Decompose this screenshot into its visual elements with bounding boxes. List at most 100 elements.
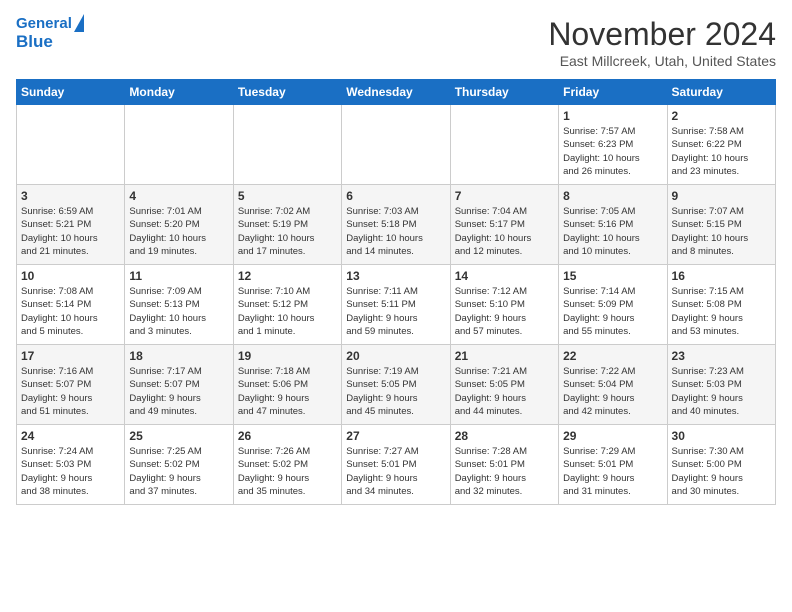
day-info: Sunrise: 7:21 AM Sunset: 5:05 PM Dayligh… — [455, 365, 554, 418]
day-number: 12 — [238, 269, 337, 283]
calendar-day-cell: 4Sunrise: 7:01 AM Sunset: 5:20 PM Daylig… — [125, 185, 233, 265]
calendar-day-cell: 1Sunrise: 7:57 AM Sunset: 6:23 PM Daylig… — [559, 105, 667, 185]
calendar-day-cell: 21 Sunrise: 7:21 AM Sunset: 5:05 PM Dayli… — [450, 345, 558, 425]
day-info: Sunrise: 6:59 AM Sunset: 5:21 PM Dayligh… — [21, 205, 120, 258]
calendar-day-cell: 6 Sunrise: 7:03 AM Sunset: 5:18 PM Daylig… — [342, 185, 450, 265]
page-header: General Blue November 2024 East Millcree… — [16, 16, 776, 69]
day-info: Sunrise: 7:04 AM Sunset: 5:17 PM Dayligh… — [455, 205, 554, 258]
calendar-week-row: 24 Sunrise: 7:24 AM Sunset: 5:03 PM Dayli… — [17, 425, 776, 505]
day-number: 19 — [238, 349, 337, 363]
day-info: Sunrise: 7:02 AM Sunset: 5:19 PM Dayligh… — [238, 205, 337, 258]
day-info: Sunrise: 7:14 AM Sunset: 5:09 PM Dayligh… — [563, 285, 662, 338]
day-number: 25 — [129, 429, 228, 443]
calendar-day-cell — [233, 105, 341, 185]
day-info: Sunrise: 7:09 AM Sunset: 5:13 PM Dayligh… — [129, 285, 228, 338]
day-info: Sunrise: 7:25 AM Sunset: 5:02 PM Dayligh… — [129, 445, 228, 498]
day-info: Sunrise: 7:03 AM Sunset: 5:18 PM Dayligh… — [346, 205, 445, 258]
day-info: Sunrise: 7:29 AM Sunset: 5:01 PM Dayligh… — [563, 445, 662, 498]
calendar-week-row: 3 Sunrise: 6:59 AM Sunset: 5:21 PM Daylig… — [17, 185, 776, 265]
day-info: Sunrise: 7:12 AM Sunset: 5:10 PM Dayligh… — [455, 285, 554, 338]
day-number: 6 — [346, 189, 445, 203]
day-number: 20 — [346, 349, 445, 363]
calendar-week-row: 17 Sunrise: 7:16 AM Sunset: 5:07 PM Dayli… — [17, 345, 776, 425]
day-number: 3 — [21, 189, 120, 203]
day-number: 22 — [563, 349, 662, 363]
day-number: 10 — [21, 269, 120, 283]
logo: General Blue — [16, 16, 84, 51]
calendar-day-cell: 30Sunrise: 7:30 AM Sunset: 5:00 PM Dayli… — [667, 425, 775, 505]
day-info: Sunrise: 7:05 AM Sunset: 5:16 PM Dayligh… — [563, 205, 662, 258]
calendar-day-cell: 14 Sunrise: 7:12 AM Sunset: 5:10 PM Dayli… — [450, 265, 558, 345]
day-info: Sunrise: 7:07 AM Sunset: 5:15 PM Dayligh… — [672, 205, 771, 258]
day-info: Sunrise: 7:17 AM Sunset: 5:07 PM Dayligh… — [129, 365, 228, 418]
calendar-week-row: 10 Sunrise: 7:08 AM Sunset: 5:14 PM Dayli… — [17, 265, 776, 345]
logo-text-general: General — [16, 16, 72, 33]
calendar-day-cell: 11 Sunrise: 7:09 AM Sunset: 5:13 PM Dayli… — [125, 265, 233, 345]
day-info: Sunrise: 7:28 AM Sunset: 5:01 PM Dayligh… — [455, 445, 554, 498]
calendar-day-cell: 16 Sunrise: 7:15 AM Sunset: 5:08 PM Dayli… — [667, 265, 775, 345]
day-info: Sunrise: 7:11 AM Sunset: 5:11 PM Dayligh… — [346, 285, 445, 338]
logo-triangle-icon — [74, 14, 84, 32]
calendar-day-cell: 23 Sunrise: 7:23 AM Sunset: 5:03 PM Dayli… — [667, 345, 775, 425]
calendar-day-cell: 9Sunrise: 7:07 AM Sunset: 5:15 PM Daylig… — [667, 185, 775, 265]
day-info: Sunrise: 7:08 AM Sunset: 5:14 PM Dayligh… — [21, 285, 120, 338]
day-info: Sunrise: 7:26 AM Sunset: 5:02 PM Dayligh… — [238, 445, 337, 498]
title-block: November 2024 East Millcreek, Utah, Unit… — [548, 16, 776, 69]
day-info: Sunrise: 7:30 AM Sunset: 5:00 PM Dayligh… — [672, 445, 771, 498]
day-number: 5 — [238, 189, 337, 203]
day-info: Sunrise: 7:01 AM Sunset: 5:20 PM Dayligh… — [129, 205, 228, 258]
day-info: Sunrise: 7:19 AM Sunset: 5:05 PM Dayligh… — [346, 365, 445, 418]
day-info: Sunrise: 7:22 AM Sunset: 5:04 PM Dayligh… — [563, 365, 662, 418]
calendar-header-row: SundayMondayTuesdayWednesdayThursdayFrid… — [17, 80, 776, 105]
day-info: Sunrise: 7:18 AM Sunset: 5:06 PM Dayligh… — [238, 365, 337, 418]
calendar-table: SundayMondayTuesdayWednesdayThursdayFrid… — [16, 79, 776, 505]
day-number: 8 — [563, 189, 662, 203]
location-title: East Millcreek, Utah, United States — [548, 53, 776, 69]
day-number: 27 — [346, 429, 445, 443]
calendar-day-cell: 8 Sunrise: 7:05 AM Sunset: 5:16 PM Daylig… — [559, 185, 667, 265]
calendar-day-cell: 12Sunrise: 7:10 AM Sunset: 5:12 PM Dayli… — [233, 265, 341, 345]
calendar-day-cell: 29 Sunrise: 7:29 AM Sunset: 5:01 PM Dayli… — [559, 425, 667, 505]
calendar-day-cell: 19 Sunrise: 7:18 AM Sunset: 5:06 PM Dayli… — [233, 345, 341, 425]
calendar-day-cell: 27Sunrise: 7:27 AM Sunset: 5:01 PM Dayli… — [342, 425, 450, 505]
day-number: 26 — [238, 429, 337, 443]
day-info: Sunrise: 7:24 AM Sunset: 5:03 PM Dayligh… — [21, 445, 120, 498]
logo-text-blue: Blue — [16, 33, 84, 52]
calendar-day-cell: 25 Sunrise: 7:25 AM Sunset: 5:02 PM Dayli… — [125, 425, 233, 505]
calendar-day-cell: 18 Sunrise: 7:17 AM Sunset: 5:07 PM Dayli… — [125, 345, 233, 425]
calendar-day-cell: 24 Sunrise: 7:24 AM Sunset: 5:03 PM Dayli… — [17, 425, 125, 505]
calendar-day-cell: 2Sunrise: 7:58 AM Sunset: 6:22 PM Daylig… — [667, 105, 775, 185]
day-of-week-header: Monday — [125, 80, 233, 105]
day-number: 2 — [672, 109, 771, 123]
day-info: Sunrise: 7:16 AM Sunset: 5:07 PM Dayligh… — [21, 365, 120, 418]
day-number: 16 — [672, 269, 771, 283]
calendar-day-cell — [17, 105, 125, 185]
day-number: 29 — [563, 429, 662, 443]
day-info: Sunrise: 7:57 AM Sunset: 6:23 PM Dayligh… — [563, 125, 662, 178]
month-title: November 2024 — [548, 16, 776, 53]
day-number: 18 — [129, 349, 228, 363]
calendar-day-cell: 20 Sunrise: 7:19 AM Sunset: 5:05 PM Dayli… — [342, 345, 450, 425]
day-number: 17 — [21, 349, 120, 363]
calendar-day-cell — [450, 105, 558, 185]
day-number: 28 — [455, 429, 554, 443]
calendar-day-cell: 5 Sunrise: 7:02 AM Sunset: 5:19 PM Daylig… — [233, 185, 341, 265]
calendar-day-cell: 13Sunrise: 7:11 AM Sunset: 5:11 PM Dayli… — [342, 265, 450, 345]
calendar-week-row: 1Sunrise: 7:57 AM Sunset: 6:23 PM Daylig… — [17, 105, 776, 185]
day-number: 7 — [455, 189, 554, 203]
calendar-day-cell: 15 Sunrise: 7:14 AM Sunset: 5:09 PM Dayli… — [559, 265, 667, 345]
day-number: 24 — [21, 429, 120, 443]
day-number: 21 — [455, 349, 554, 363]
day-of-week-header: Friday — [559, 80, 667, 105]
day-number: 23 — [672, 349, 771, 363]
day-info: Sunrise: 7:15 AM Sunset: 5:08 PM Dayligh… — [672, 285, 771, 338]
day-of-week-header: Sunday — [17, 80, 125, 105]
calendar-day-cell: 7 Sunrise: 7:04 AM Sunset: 5:17 PM Daylig… — [450, 185, 558, 265]
day-number: 11 — [129, 269, 228, 283]
day-info: Sunrise: 7:23 AM Sunset: 5:03 PM Dayligh… — [672, 365, 771, 418]
calendar-day-cell — [125, 105, 233, 185]
day-number: 15 — [563, 269, 662, 283]
calendar-day-cell: 3 Sunrise: 6:59 AM Sunset: 5:21 PM Daylig… — [17, 185, 125, 265]
day-of-week-header: Wednesday — [342, 80, 450, 105]
day-number: 14 — [455, 269, 554, 283]
